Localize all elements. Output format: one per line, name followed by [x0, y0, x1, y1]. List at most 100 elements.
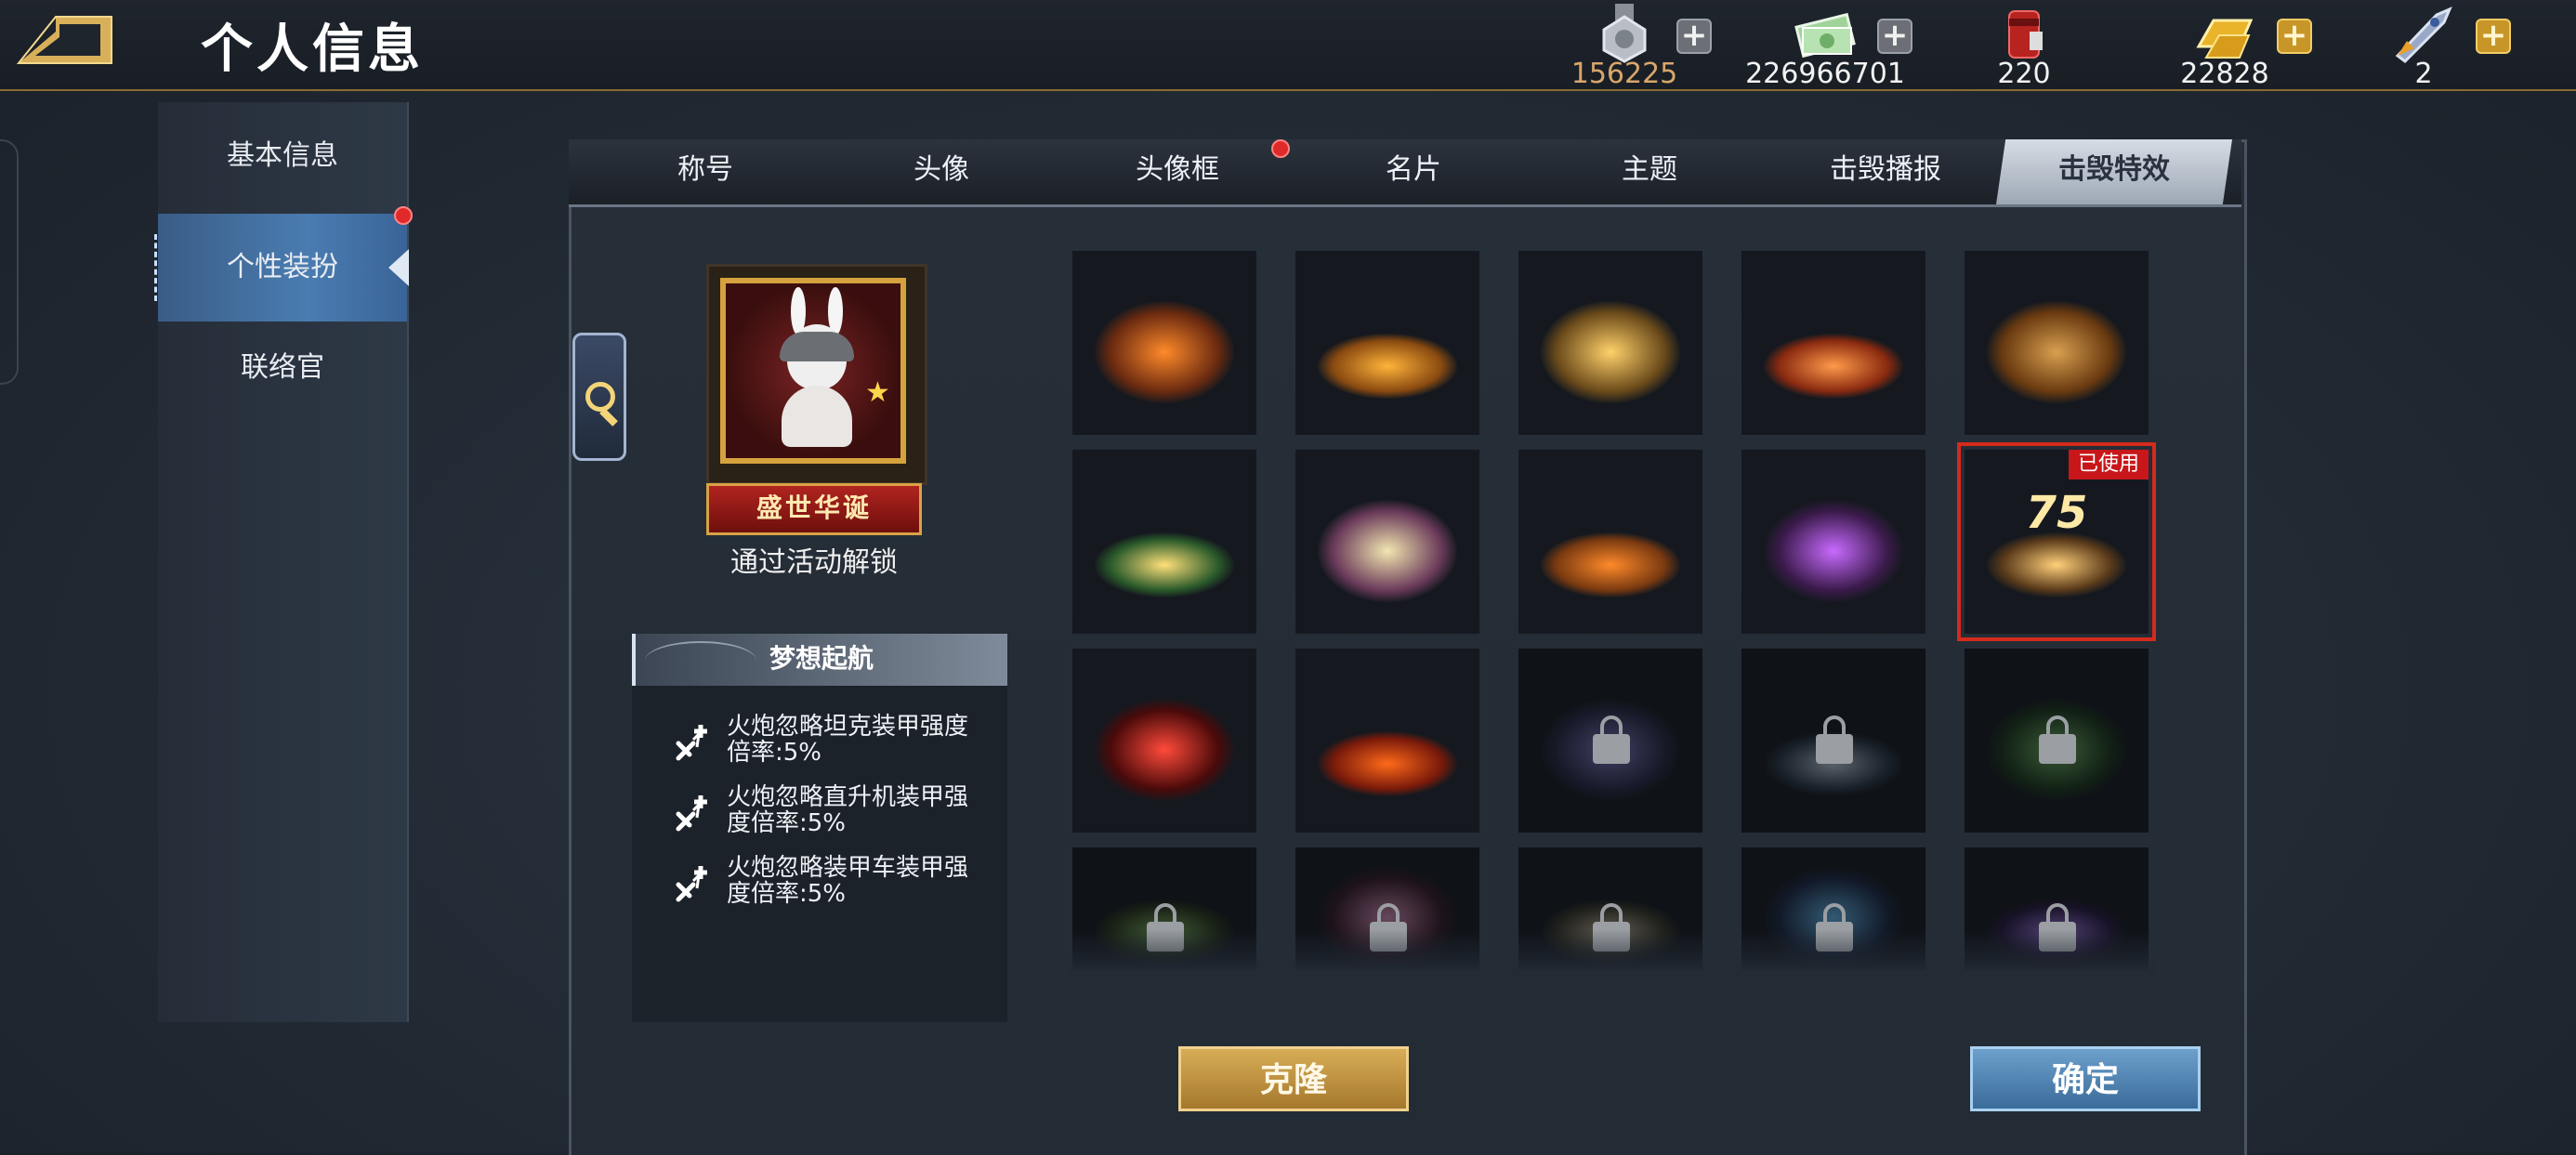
fire-flower-effect[interactable] [1295, 649, 1479, 833]
attribute-item: 火炮忽略坦克装甲强度 倍率:5% [669, 714, 985, 766]
notification-dot [394, 206, 413, 225]
helmet [780, 332, 854, 361]
effect-thumbnail [1764, 500, 1903, 602]
effect-name-header: 梦想起航 [632, 634, 1007, 686]
number-three-ring-effect[interactable] [1518, 251, 1702, 435]
confirm-button[interactable]: 确定 [1970, 1046, 2201, 1111]
tab-theme[interactable]: 主题 [1531, 139, 1768, 204]
tab-kill-effect[interactable]: 击毁特效 [1996, 139, 2232, 204]
attribute-item: 火炮忽略直升机装甲强 度倍率:5% [669, 784, 985, 836]
sword-upgrade-icon [676, 725, 707, 761]
add-medal-button[interactable]: + [1676, 19, 1712, 54]
tab-label: 头像 [913, 153, 969, 186]
effect-thumbnail [1095, 699, 1234, 801]
lock-icon [1593, 715, 1630, 764]
tab-label: 名片 [1386, 153, 1441, 186]
purple-sparkle-effect[interactable] [1741, 450, 1925, 634]
tab-avatar-frame[interactable]: 头像框 [1059, 139, 1295, 204]
effect-name: 梦想起航 [769, 643, 874, 674]
wooden-bowl-effect[interactable] [1965, 251, 2149, 435]
sidebar-item-basic-info[interactable]: 基本信息 [158, 102, 407, 210]
effect-info-box: 梦想起航 火炮忽略坦克装甲强度 倍率:5% 火炮忽略直升机装甲强 度倍率:5% … [632, 634, 1007, 1022]
christmas-tree-effect[interactable] [1072, 450, 1256, 634]
preview-avatar-image: ★ [720, 278, 906, 464]
active-notch-icon [388, 249, 409, 286]
tab-title[interactable]: 称号 [587, 139, 823, 204]
effect-thumbnail [1541, 699, 1680, 801]
sidebar-item-label: 联络官 [241, 351, 324, 384]
sword-upgrade-icon [676, 866, 707, 902]
stage-ring-effect[interactable] [1518, 450, 1702, 634]
sidebar: 基本信息 个性装扮 联络官 [154, 102, 413, 1022]
sidebar-item-label: 基本信息 [227, 139, 338, 172]
blue-ring-locked-effect[interactable] [1518, 649, 1702, 833]
lock-icon [2039, 715, 2076, 764]
unlock-hint: 通过活动解锁 [730, 546, 898, 579]
tab-label: 头像框 [1136, 153, 1219, 186]
tab-kill-broadcast[interactable]: 击毁播报 [1768, 139, 2004, 204]
tab-label: 称号 [677, 153, 733, 186]
effect-thumbnail [1987, 699, 2126, 801]
attribute-item: 火炮忽略装甲车装甲强 度倍率:5% [669, 855, 985, 907]
explosion-effect[interactable] [1072, 251, 1256, 435]
attribute-text: 火炮忽略装甲车装甲强 [727, 854, 969, 882]
attribute-text: 度倍率:5% [727, 880, 847, 908]
attribute-text: 度倍率:5% [727, 809, 847, 837]
resource-value: 156225 [1571, 58, 1678, 90]
anniversary-cake-effect[interactable]: 75 已使用 [1957, 442, 2156, 641]
effect-thumbnail [1764, 334, 1903, 399]
neon-sign-effect[interactable] [1072, 649, 1256, 833]
in-use-badge: 已使用 [2068, 450, 2149, 479]
snowflake-locked-effect[interactable] [1741, 649, 1925, 833]
bunny-flower-effect[interactable] [1295, 450, 1479, 634]
attribute-text: 倍率:5% [727, 739, 822, 767]
resource-value: 22828 [2180, 58, 2269, 90]
back-arrow-icon[interactable] [15, 13, 117, 67]
effect-thumbnail [1764, 731, 1903, 796]
notification-dot [1271, 139, 1290, 158]
effect-thumbnail [1987, 301, 2126, 403]
swirl-decoration [645, 641, 756, 680]
sidebar-item-liaison-officer[interactable]: 联络官 [158, 314, 407, 422]
anniversary-number: 75 [2025, 487, 2088, 539]
green-shield-locked-effect[interactable] [1965, 649, 2149, 833]
sidebar-item-label: 个性装扮 [227, 251, 338, 283]
tab-business-card[interactable]: 名片 [1295, 139, 1531, 204]
resource-cash: +226966701 [1732, 4, 1918, 90]
preview-banner: 盛世华诞 [706, 483, 922, 535]
active-indicator [154, 234, 160, 301]
attribute-text: 火炮忽略直升机装甲强 [727, 783, 969, 811]
magnifier-icon [585, 382, 615, 412]
star-icon: ★ [865, 376, 890, 409]
medal-icon [1593, 4, 1656, 63]
resource-paint-bucket: 220 [1931, 4, 2117, 90]
preview-banner-text: 盛世华诞 [756, 492, 872, 523]
zoom-preview-button[interactable] [572, 333, 626, 461]
effect-thumbnail [1095, 301, 1234, 403]
grid-scroll-fade [1069, 929, 2156, 976]
effect-thumbnail [1987, 532, 2126, 597]
effect-thumbnail [1318, 334, 1457, 399]
paint-bucket-icon [1992, 4, 2056, 63]
resource-gold-bar: +22828 [2132, 4, 2318, 90]
effect-thumbnail [1318, 731, 1457, 796]
side-drawer-handle[interactable] [0, 139, 19, 385]
add-rocket-button[interactable]: + [2476, 19, 2511, 54]
page-title: 个人信息 [201, 20, 424, 80]
resource-rocket: +2 [2331, 4, 2517, 90]
cash-icon [1794, 4, 1857, 63]
effect-thumbnail [1541, 301, 1680, 403]
clone-button[interactable]: 克隆 [1178, 1046, 1409, 1111]
magnifier-handle [599, 408, 618, 427]
sidebar-item-personal-dressup[interactable]: 个性装扮 [154, 206, 413, 322]
gold-coin-ring-effect[interactable] [1295, 251, 1479, 435]
effect-thumbnail [1318, 500, 1457, 602]
tab-label: 主题 [1622, 153, 1677, 186]
effect-thumbnail [1541, 532, 1680, 597]
effect-thumbnail [1095, 532, 1234, 597]
tab-label: 击毁播报 [1830, 153, 1941, 186]
tab-avatar[interactable]: 头像 [823, 139, 1059, 204]
add-gold-bar-button[interactable]: + [2277, 19, 2312, 54]
add-cash-button[interactable]: + [1877, 19, 1912, 54]
fire-ring-effect[interactable] [1741, 251, 1925, 435]
